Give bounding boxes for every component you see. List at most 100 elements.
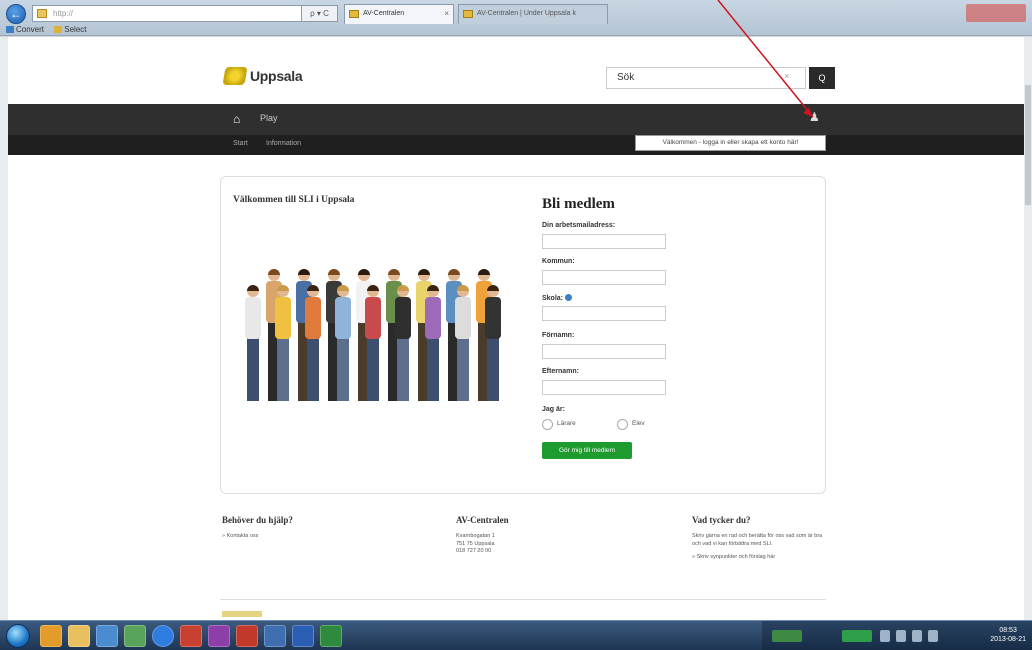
ie-icon[interactable] (152, 625, 174, 647)
postal-line: 751 75 Uppsala (456, 540, 495, 547)
tab-label: AV-Centralen | Under Uppsala k (477, 10, 576, 17)
feedback-link[interactable]: » Skriv synpunkter och förslag här (692, 554, 832, 562)
filezilla-icon[interactable] (236, 625, 258, 647)
contact-link[interactable]: » Kontakta oss (222, 533, 293, 541)
firstname-field[interactable] (542, 344, 666, 359)
student-figure (455, 285, 471, 401)
tab-av-centralen-2[interactable]: AV-Centralen | Under Uppsala k (458, 4, 608, 24)
student-figure (395, 285, 411, 401)
tab-label: AV-Centralen (363, 10, 405, 17)
outlook-icon[interactable] (40, 625, 62, 647)
school-label-text: Skola: (542, 295, 564, 302)
tab-favicon-icon (463, 10, 473, 18)
school-field[interactable] (542, 306, 666, 321)
logo-mark-icon (222, 67, 248, 85)
student-figure (365, 285, 381, 401)
left-gutter (0, 37, 8, 620)
network-icon[interactable] (264, 625, 286, 647)
start-button[interactable] (6, 624, 30, 648)
subnav-item-information[interactable]: Information (266, 140, 301, 147)
system-tray: 08:53 2013-08-21 (762, 621, 1032, 650)
excel-icon[interactable] (320, 625, 342, 647)
radio-student[interactable] (617, 419, 628, 430)
tab-av-centralen[interactable]: AV-Centralen × (344, 4, 454, 24)
logo-text: Uppsala (250, 68, 303, 84)
login-tooltip[interactable]: Välkommen - logga in eller skapa ett kon… (635, 135, 826, 151)
welcome-title: Välkommen till SLI i Uppsala (233, 195, 355, 205)
convert-button[interactable]: Convert (6, 25, 44, 34)
search-button[interactable]: Q (809, 67, 835, 89)
main-nav: ⌂ Play ♟ (8, 104, 1024, 135)
students-photo (245, 269, 501, 401)
student-figure (335, 285, 351, 401)
radio-student-label: Elev (632, 420, 645, 427)
site-logo[interactable]: Uppsala (222, 64, 303, 88)
main-card: Välkommen till SLI i Uppsala Bli medlem … (220, 176, 826, 494)
school-label: Skola: (542, 294, 573, 302)
feedback-text: Skriv gärna en rad och berätta för oss v… (692, 533, 823, 547)
convert-icon (6, 26, 14, 33)
student-figure (245, 285, 261, 401)
back-button[interactable]: ← (6, 4, 26, 24)
home-icon[interactable]: ⌂ (233, 112, 240, 126)
role-label: Jag är: (542, 406, 565, 413)
app-icon[interactable] (96, 625, 118, 647)
search-icon: Q (818, 73, 826, 83)
clock-time: 08:53 (999, 627, 1017, 634)
clear-icon[interactable]: × (784, 71, 789, 81)
select-icon (54, 26, 63, 33)
footer-feedback-text: Skriv gärna en rad och berätta för oss v… (692, 533, 832, 562)
address-text: http:// (53, 9, 74, 18)
tab-favicon-icon (349, 10, 359, 18)
clock[interactable]: 08:53 2013-08-21 (990, 626, 1026, 644)
onenote-icon[interactable] (208, 625, 230, 647)
student-figure (425, 285, 441, 401)
address-bar[interactable]: http:// (32, 5, 302, 22)
taskbar: 08:53 2013-08-21 (0, 620, 1032, 650)
nav-item-play[interactable]: Play (260, 113, 278, 123)
address-line: Kvarnbogatan 1 (456, 533, 495, 539)
firstname-label: Förnamn: (542, 332, 575, 339)
acrobat-icon[interactable] (180, 625, 202, 647)
address-tools[interactable]: ρ ▾ C (302, 5, 338, 22)
explorer-icon[interactable] (68, 625, 90, 647)
select-button[interactable]: Select (54, 25, 86, 34)
email-label: Din arbetsmailadress: (542, 222, 616, 229)
browser-chrome: ← http:// ρ ▾ C AV-Centralen × AV-Centra… (0, 0, 1032, 36)
phone-line: 018 727 20 00 (456, 548, 492, 554)
web-page: Uppsala Sök × Q ⌂ Play ♟ Start Informati… (8, 37, 1024, 620)
info-icon[interactable] (565, 294, 573, 301)
window-controls[interactable] (966, 4, 1026, 22)
close-icon[interactable]: × (444, 5, 449, 23)
tray-icon[interactable] (880, 630, 890, 642)
footer-contact: AV-Centralen Kvarnbogatan 1 751 75 Uppsa… (456, 515, 509, 556)
email-field[interactable] (542, 234, 666, 249)
footer-help-title: Behöver du hjälp? (222, 515, 293, 525)
footer-divider (220, 599, 826, 600)
media-icon[interactable] (124, 625, 146, 647)
scroll-thumb[interactable] (1025, 85, 1031, 205)
student-figure (305, 285, 321, 401)
search-input[interactable]: Sök (606, 67, 806, 89)
subnav-item-start[interactable]: Start (233, 140, 248, 147)
municipality-field[interactable] (542, 270, 666, 285)
radio-teacher-label: Lärare (557, 420, 576, 427)
word-icon[interactable] (292, 625, 314, 647)
become-member-button[interactable]: Gör mig till medlem (542, 442, 632, 459)
volume-icon[interactable] (928, 630, 938, 642)
radio-teacher[interactable] (542, 419, 553, 430)
flag-icon[interactable] (912, 630, 922, 642)
footer-contact-text: Kvarnbogatan 1 751 75 Uppsala 018 727 20… (456, 533, 509, 556)
student-figure (485, 285, 501, 401)
lastname-field[interactable] (542, 380, 666, 395)
user-icon[interactable]: ♟ (809, 110, 820, 124)
vertical-scrollbar[interactable] (1024, 37, 1032, 620)
municipality-label: Kommun: (542, 258, 575, 265)
network-meter-icon[interactable] (772, 630, 802, 642)
student-figure (275, 285, 291, 401)
footer-help: Behöver du hjälp? » Kontakta oss (222, 515, 293, 541)
tray-icon[interactable] (896, 630, 906, 642)
keyboard-icon[interactable] (842, 630, 872, 642)
footer-feedback: Vad tycker du? Skriv gärna en rad och be… (692, 515, 832, 562)
footer-help-text: » Kontakta oss (222, 533, 293, 541)
